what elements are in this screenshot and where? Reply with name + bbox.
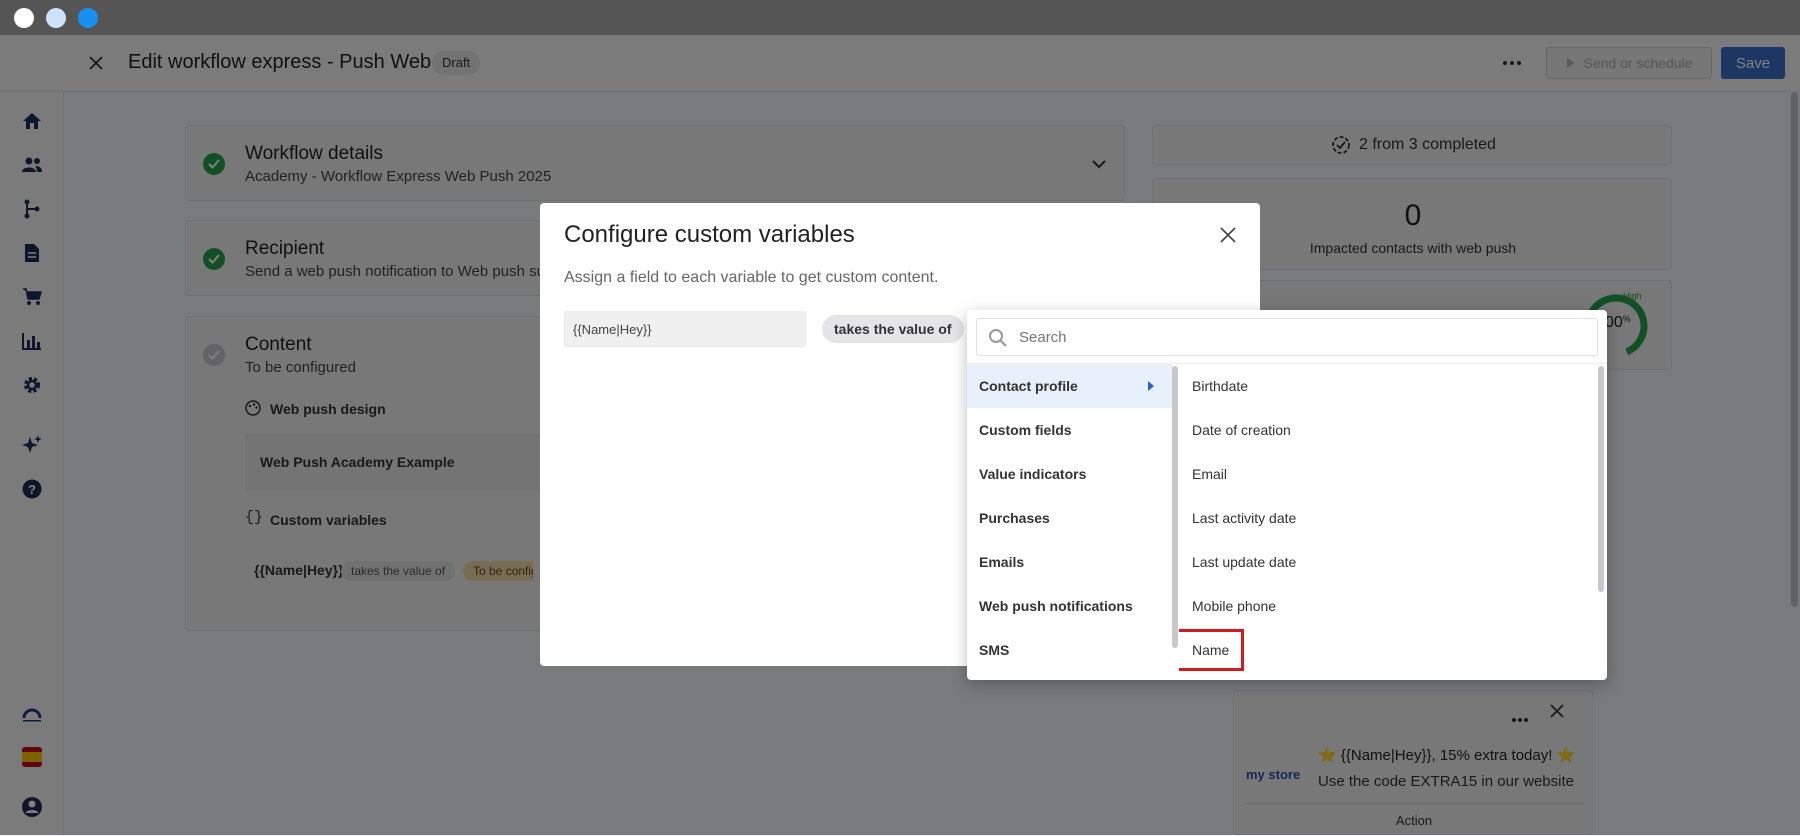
field-picker-dropdown: Contact profile Custom fields Value indi… bbox=[967, 310, 1607, 680]
category-list: Contact profile Custom fields Value indi… bbox=[967, 364, 1179, 676]
category-item-contact-profile[interactable]: Contact profile bbox=[967, 364, 1172, 408]
close-icon[interactable] bbox=[1216, 223, 1240, 247]
category-label: Value indicators bbox=[979, 466, 1087, 482]
category-label: Purchases bbox=[979, 510, 1050, 526]
category-item-value-indicators[interactable]: Value indicators bbox=[967, 452, 1172, 496]
category-item-sms[interactable]: SMS bbox=[967, 628, 1172, 672]
field-item-email[interactable]: Email bbox=[1179, 452, 1589, 496]
field-item-last-activity-date[interactable]: Last activity date bbox=[1179, 496, 1589, 540]
field-label: Date of creation bbox=[1192, 422, 1291, 438]
field-label: Birthdate bbox=[1192, 378, 1249, 394]
category-label: Emails bbox=[979, 554, 1025, 570]
takes-value-pill: takes the value of bbox=[822, 315, 964, 343]
field-label: Last activity date bbox=[1192, 510, 1297, 526]
search-icon bbox=[988, 328, 1008, 353]
window-close-dot[interactable] bbox=[14, 8, 34, 28]
field-label: Email bbox=[1192, 466, 1228, 482]
modal-description: Assign a field to each variable to get c… bbox=[564, 269, 939, 286]
category-item-web-push-notifications[interactable]: Web push notifications bbox=[967, 584, 1172, 628]
category-label: Web push notifications bbox=[979, 598, 1133, 614]
category-scrollbar[interactable] bbox=[1172, 366, 1178, 648]
category-label: SMS bbox=[979, 642, 1010, 658]
field-label: Name bbox=[1179, 629, 1245, 671]
category-item-custom-fields[interactable]: Custom fields bbox=[967, 408, 1172, 452]
window-minimize-dot[interactable] bbox=[46, 8, 66, 28]
category-label: Custom fields bbox=[979, 422, 1072, 438]
field-item-last-update-date[interactable]: Last update date bbox=[1179, 540, 1589, 584]
field-item-birthdate[interactable]: Birthdate bbox=[1179, 364, 1589, 408]
field-item-name[interactable]: Name bbox=[1179, 628, 1589, 672]
category-item-purchases[interactable]: Purchases bbox=[967, 496, 1172, 540]
search-box[interactable] bbox=[976, 318, 1598, 356]
field-label: Mobile phone bbox=[1192, 598, 1277, 614]
variable-field[interactable] bbox=[564, 311, 806, 347]
modal-title: Configure custom variables bbox=[564, 221, 855, 248]
category-item-emails[interactable]: Emails bbox=[967, 540, 1172, 584]
field-scrollbar[interactable] bbox=[1598, 366, 1604, 592]
field-list: Birthdate Date of creation Email Last ac… bbox=[1179, 364, 1607, 676]
window-titlebar bbox=[0, 0, 1800, 35]
search-input[interactable] bbox=[1017, 319, 1587, 355]
field-label: Last update date bbox=[1192, 554, 1297, 570]
field-item-mobile-phone[interactable]: Mobile phone bbox=[1179, 584, 1589, 628]
window-maximize-dot[interactable] bbox=[78, 8, 98, 28]
field-item-date-of-creation[interactable]: Date of creation bbox=[1179, 408, 1589, 452]
category-label: Contact profile bbox=[979, 378, 1078, 394]
caret-right-icon bbox=[1148, 381, 1154, 391]
